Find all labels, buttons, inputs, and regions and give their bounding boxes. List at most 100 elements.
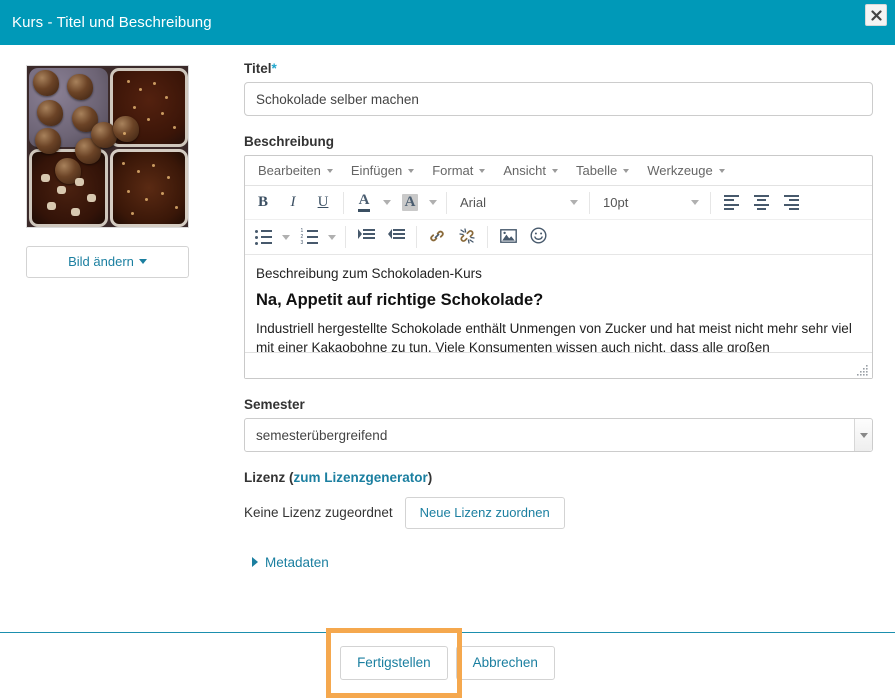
close-icon	[870, 9, 882, 21]
numbered-list-dropdown[interactable]	[324, 224, 340, 250]
align-right-icon	[783, 194, 799, 211]
metadata-label: Metadaten	[265, 554, 329, 570]
menu-bearbeiten[interactable]: Bearbeiten	[249, 159, 342, 182]
bold-button[interactable]: B	[249, 190, 277, 216]
toolbar-separator	[487, 226, 488, 248]
required-marker: *	[271, 61, 277, 76]
toolbar-separator	[589, 191, 590, 214]
license-row: Keine Lizenz zugeordnet Neue Lizenz zuor…	[244, 497, 873, 529]
align-left-button[interactable]	[717, 190, 745, 216]
editor-paragraph: Industriell hergestellte Schokolade enth…	[256, 321, 852, 352]
chevron-down-icon	[282, 234, 290, 240]
semester-selected-value: semesterübergreifend	[256, 427, 388, 443]
chevron-down-icon	[552, 168, 559, 173]
toolbar-separator	[416, 226, 417, 248]
license-label: Lizenz (zum Lizenzgenerator)	[244, 470, 873, 485]
text-color-dropdown[interactable]	[379, 190, 395, 216]
toolbar-separator	[710, 191, 711, 214]
bold-icon: B	[257, 194, 268, 210]
dialog-title: Kurs - Titel und Beschreibung	[12, 14, 212, 31]
menu-format-label: Format	[432, 163, 474, 178]
editor-heading: Na, Appetit auf richtige Schokolade?	[256, 291, 544, 310]
license-label-plain: Lizenz (	[244, 470, 294, 485]
chevron-down-icon	[623, 168, 630, 173]
remove-link-button[interactable]	[453, 224, 481, 250]
license-label-close: )	[427, 470, 433, 485]
chevron-down-icon	[326, 168, 333, 173]
toolbar-separator	[446, 191, 447, 214]
outdent-icon	[387, 229, 405, 245]
numbered-list-button[interactable]: 1 2 3	[295, 224, 323, 250]
insert-emoticon-button[interactable]	[524, 224, 552, 250]
highlight-color-dropdown[interactable]	[425, 190, 441, 216]
editor-toolbar-row-2: 1 2 3	[245, 220, 872, 254]
menu-ansicht[interactable]: Ansicht	[494, 159, 567, 182]
italic-icon: I	[290, 194, 296, 210]
indent-button[interactable]	[352, 224, 380, 250]
insert-link-button[interactable]	[423, 224, 451, 250]
text-color-icon: A	[357, 193, 371, 212]
highlight-color-button[interactable]: A	[396, 190, 424, 216]
align-center-button[interactable]	[747, 190, 775, 216]
dialog-body: Bild ändern Titel* Beschreibung Bearbeit…	[0, 45, 895, 632]
dialog-footer: Fertigstellen Abbrechen	[0, 633, 895, 693]
menu-bearbeiten-label: Bearbeiten	[258, 163, 321, 178]
semester-select[interactable]: semesterübergreifend	[244, 418, 873, 452]
menu-werkzeuge-label: Werkzeuge	[647, 163, 713, 178]
align-right-button[interactable]	[777, 190, 805, 216]
menu-einfuegen-label: Einfügen	[350, 163, 403, 178]
assign-license-button[interactable]: Neue Lizenz zuordnen	[404, 497, 565, 529]
menu-tabelle-label: Tabelle	[576, 163, 618, 178]
menu-tabelle[interactable]: Tabelle	[567, 159, 638, 182]
resize-grip-icon[interactable]	[857, 363, 869, 376]
submit-button[interactable]: Fertigstellen	[340, 645, 448, 681]
bullet-list-button[interactable]	[249, 224, 277, 250]
menu-einfuegen[interactable]: Einfügen	[342, 159, 423, 182]
description-label: Beschreibung	[244, 134, 335, 149]
semester-dropdown-arrow[interactable]	[854, 419, 872, 451]
highlight-color-icon: A	[401, 194, 419, 211]
course-thumbnail[interactable]	[26, 65, 189, 228]
font-family-select[interactable]: Arial	[452, 190, 584, 216]
text-color-button[interactable]: A	[350, 190, 378, 216]
outdent-button[interactable]	[382, 224, 410, 250]
chevron-down-icon	[859, 432, 868, 438]
chevron-down-icon	[691, 200, 699, 205]
underline-button[interactable]: U	[309, 190, 337, 216]
image-panel: Bild ändern	[0, 61, 244, 632]
align-left-icon	[723, 194, 739, 211]
chevron-down-icon	[429, 200, 437, 205]
close-button[interactable]	[865, 4, 887, 26]
chevron-down-icon	[479, 168, 486, 173]
emoticon-icon	[529, 227, 547, 247]
license-generator-link[interactable]: zum Lizenzgenerator	[294, 470, 428, 485]
menu-ansicht-label: Ansicht	[503, 163, 547, 178]
numbered-list-icon: 1 2 3	[301, 228, 318, 245]
change-image-button[interactable]: Bild ändern	[26, 246, 189, 278]
link-icon	[429, 228, 445, 247]
menu-format[interactable]: Format	[423, 159, 494, 182]
editor-toolbar-row-1: B I U A A Arial 10pt	[245, 186, 872, 220]
metadata-toggle[interactable]: Metadaten	[244, 555, 873, 570]
change-image-label: Bild ändern	[68, 254, 134, 269]
chevron-down-icon	[408, 168, 415, 173]
insert-image-button[interactable]	[494, 224, 522, 250]
font-size-select[interactable]: 10pt	[595, 190, 705, 216]
bullet-list-icon	[254, 229, 272, 245]
cancel-button[interactable]: Abbrechen	[455, 645, 555, 681]
align-center-icon	[753, 194, 769, 211]
chevron-down-icon	[383, 200, 391, 205]
italic-button[interactable]: I	[279, 190, 307, 216]
editor-content-area[interactable]: Beschreibung zum Schokoladen-Kurs Na, Ap…	[245, 254, 872, 352]
bullet-list-dropdown[interactable]	[278, 224, 294, 250]
font-size-value: 10pt	[603, 195, 629, 210]
title-input[interactable]	[244, 82, 873, 116]
menu-werkzeuge[interactable]: Werkzeuge	[638, 159, 734, 182]
editor-intro-line: Beschreibung zum Schokoladen-Kurs	[256, 266, 482, 281]
title-label: Titel*	[244, 61, 873, 76]
indent-icon	[357, 229, 375, 245]
chevron-down-icon	[570, 200, 578, 205]
semester-select-wrapper: semesterübergreifend	[244, 418, 873, 452]
chevron-down-icon	[718, 168, 725, 173]
image-icon	[499, 228, 517, 246]
